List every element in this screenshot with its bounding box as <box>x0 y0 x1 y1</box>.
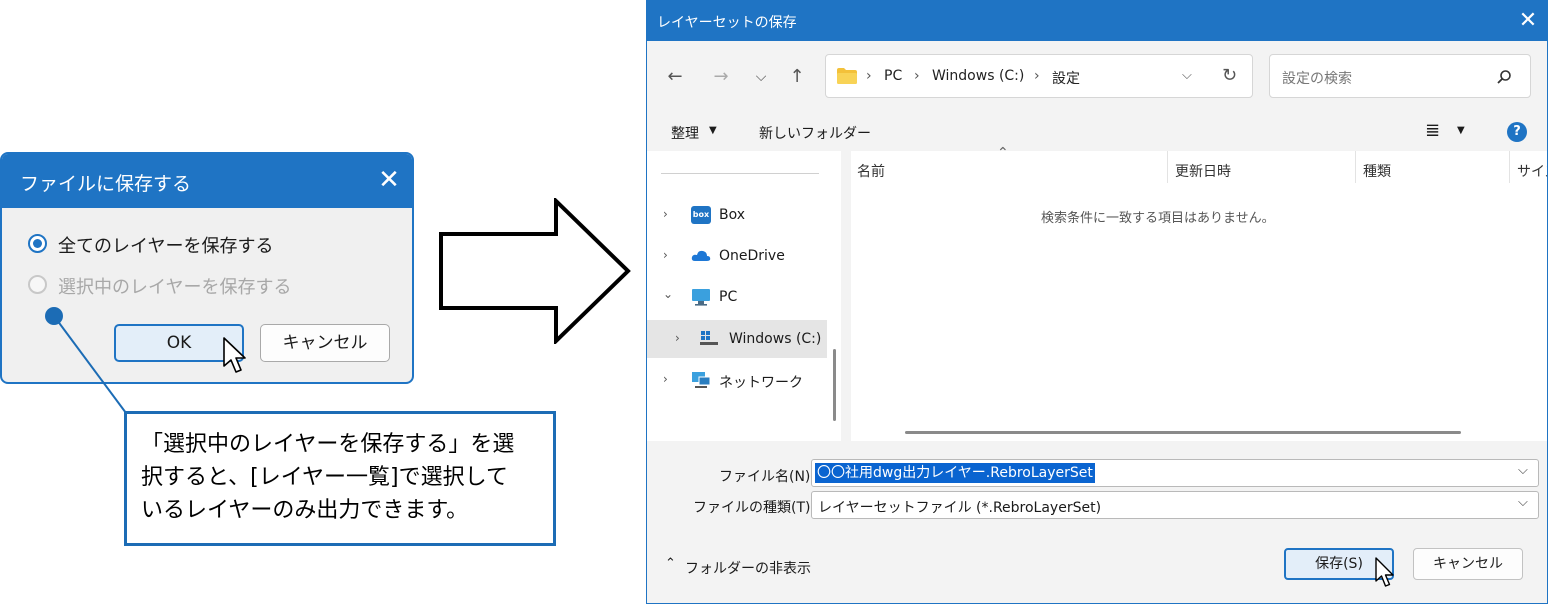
chevron-right-icon[interactable]: › <box>663 207 668 221</box>
forward-arrow-icon[interactable]: → <box>707 63 735 91</box>
sort-ascending-icon: ⌃ <box>997 145 1009 161</box>
nav-divider <box>661 173 819 174</box>
dialog-title: レイヤーセットの保存 <box>657 15 797 31</box>
help-icon[interactable]: ? <box>1507 122 1527 142</box>
drive-icon <box>700 331 718 345</box>
file-list-pane: ⌃ 名前 更新日時 種類 サイズ 検索条件に一致する項目はありません。 <box>851 145 1547 441</box>
column-header-size-clip: サイズ <box>1517 151 1547 183</box>
chevron-right-icon[interactable]: › <box>663 248 668 262</box>
monitor-icon <box>692 289 710 306</box>
radio-all-layers[interactable] <box>28 234 47 253</box>
view-dropdown-icon[interactable]: ▼ <box>1457 125 1465 136</box>
nav-item-label: Box <box>719 207 746 223</box>
mouse-cursor-icon <box>1375 557 1394 587</box>
column-separator[interactable] <box>1509 151 1510 183</box>
chevron-down-icon[interactable]: ⌄ <box>663 287 673 301</box>
nav-item-network[interactable]: › ネットワーク <box>647 362 841 398</box>
chevron-up-icon[interactable]: ⌃ <box>665 556 676 571</box>
filetype-value: レイヤーセットファイル (*.RebroLayerSet) <box>818 500 1102 516</box>
filetype-select[interactable]: レイヤーセットファイル (*.RebroLayerSet) ⌵ <box>811 491 1539 519</box>
recent-chevron-down-icon[interactable]: ⌵ <box>747 63 775 91</box>
filetype-label: ファイルの種類(T): <box>693 500 816 516</box>
radio-selected-layers[interactable] <box>28 275 47 294</box>
empty-list-message: 検索条件に一致する項目はありません。 <box>1041 211 1275 226</box>
breadcrumb-pc[interactable]: PC <box>884 68 902 84</box>
nav-item-label: Windows (C:) <box>729 331 822 347</box>
cloud-icon <box>691 250 711 261</box>
hide-folders-button[interactable]: フォルダーの非表示 <box>685 558 811 578</box>
breadcrumb-folder[interactable]: 設定 <box>1052 68 1080 88</box>
column-header-modified[interactable]: 更新日時 <box>1175 161 1231 181</box>
up-arrow-icon[interactable]: ↑ <box>783 63 811 91</box>
view-list-icon[interactable]: ≣ <box>1425 120 1440 141</box>
breadcrumb-separator-icon: › <box>1034 68 1040 84</box>
cancel-button[interactable]: キャンセル <box>260 324 390 362</box>
new-folder-button[interactable]: 新しいフォルダー <box>759 123 871 143</box>
search-icon[interactable] <box>1496 69 1512 85</box>
mouse-cursor-icon <box>223 337 246 373</box>
search-box[interactable]: 設定の検索 <box>1269 54 1531 98</box>
organize-menu[interactable]: 整理 <box>671 123 699 143</box>
close-icon[interactable]: ✕ <box>1513 5 1543 37</box>
dialog-titlebar: ファイルに保存する ✕ <box>2 154 412 208</box>
organize-dropdown-icon[interactable]: ▼ <box>709 125 717 136</box>
filename-input[interactable]: 〇〇社用dwg出力レイヤー.RebroLayerSet ⌵ <box>811 459 1539 487</box>
nav-item-label: ネットワーク <box>719 375 803 391</box>
column-separator[interactable] <box>1167 151 1168 183</box>
back-arrow-icon[interactable]: ← <box>661 63 689 91</box>
nav-item-label: PC <box>719 289 738 305</box>
address-dropdown-chevron-icon[interactable]: ⌵ <box>1182 68 1192 83</box>
filename-dropdown-chevron-icon[interactable]: ⌵ <box>1518 463 1528 478</box>
callout-line: いるレイヤーのみ出力できます。 <box>141 498 469 523</box>
filename-value: 〇〇社用dwg出力レイヤー.RebroLayerSet <box>814 462 1096 484</box>
radio-selected-layers-label: 選択中のレイヤーを保存する <box>58 277 292 298</box>
breadcrumb-drive[interactable]: Windows (C:) <box>932 68 1024 84</box>
address-bar[interactable]: › PC › Windows (C:) › 設定 ⌵ ↻ <box>825 54 1253 98</box>
breadcrumb-separator-icon: › <box>866 68 872 84</box>
close-icon[interactable]: ✕ <box>374 162 404 198</box>
nav-item-onedrive[interactable]: › OneDrive <box>647 238 841 274</box>
radio-all-layers-label: 全てのレイヤーを保存する <box>58 236 274 257</box>
breadcrumb-separator-icon: › <box>914 68 920 84</box>
filetype-dropdown-chevron-icon[interactable]: ⌵ <box>1518 495 1528 510</box>
chevron-right-icon[interactable]: › <box>675 331 680 345</box>
column-header-name[interactable]: 名前 <box>857 161 885 181</box>
horizontal-scrollbar[interactable] <box>905 431 1461 434</box>
column-separator[interactable] <box>1355 151 1356 183</box>
callout-line: 択すると、[レイヤー一覧]で選択して <box>141 465 508 490</box>
nav-item-windows-drive[interactable]: › Windows (C:) <box>647 320 827 358</box>
cancel-button[interactable]: キャンセル <box>1413 548 1523 580</box>
right-arrow-icon <box>439 198 631 344</box>
nav-item-label: OneDrive <box>719 248 785 264</box>
folder-icon <box>837 68 857 84</box>
network-icon <box>692 372 711 388</box>
dialog-title: ファイルに保存する <box>20 173 192 195</box>
column-header-size[interactable]: サイズ <box>1517 161 1547 181</box>
box-icon: box <box>691 206 711 224</box>
layer-set-save-dialog: レイヤーセットの保存 ✕ ← → ⌵ ↑ › PC › Windows (C:)… <box>646 0 1548 604</box>
column-header-type[interactable]: 種類 <box>1363 161 1391 181</box>
filename-label: ファイル名(N): <box>719 469 816 485</box>
refresh-icon[interactable]: ↻ <box>1222 65 1237 86</box>
search-placeholder: 設定の検索 <box>1282 71 1352 87</box>
navigation-pane: › box Box › OneDrive ⌄ PC › Windows (C:)… <box>647 151 841 441</box>
callout-line: 「選択中のレイヤーを保存する」を選 <box>141 432 515 457</box>
callout-box: 「選択中のレイヤーを保存する」を選 択すると、[レイヤー一覧]で選択して いるレ… <box>124 411 556 546</box>
nav-item-box[interactable]: › box Box <box>647 197 841 233</box>
chevron-right-icon[interactable]: › <box>663 372 668 386</box>
nav-item-pc[interactable]: ⌄ PC <box>647 279 841 315</box>
dialog-titlebar: レイヤーセットの保存 ✕ <box>647 1 1547 41</box>
